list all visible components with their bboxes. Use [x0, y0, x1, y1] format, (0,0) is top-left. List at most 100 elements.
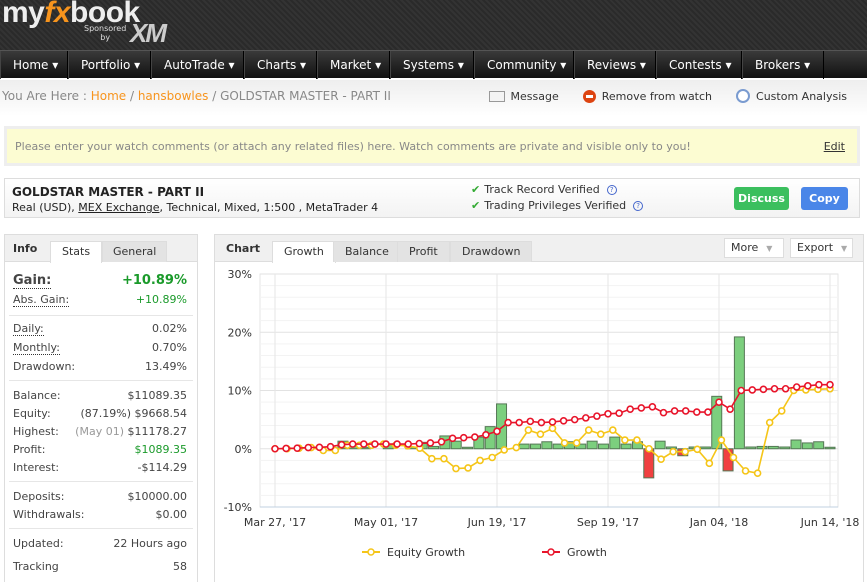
verified1-label: Track Record Verified — [484, 183, 600, 196]
equity-point — [693, 445, 702, 454]
bar-positive — [541, 441, 553, 450]
bar-positive — [813, 441, 825, 450]
legend-marker — [367, 548, 375, 556]
growth-point — [704, 408, 712, 416]
equity-point — [464, 464, 472, 472]
breadcrumb: You Are Here : Home / hansbowles / GOLDS… — [2, 89, 391, 103]
growth-point — [692, 408, 701, 416]
bar-positive — [790, 439, 802, 450]
equity-point — [476, 456, 484, 465]
export-dropdown[interactable]: Export ▼ — [790, 238, 853, 258]
message-button[interactable]: Message — [488, 89, 559, 103]
growth-chart: Mar 27, '17 May 01, '17 Jun 19, '17 Sep 19,… — [224, 268, 860, 559]
tab-profit[interactable]: Profit — [397, 241, 450, 262]
more-dropdown[interactable]: More ▼ — [724, 238, 784, 258]
breadcrumb-sep: / — [126, 89, 138, 103]
withdrawals-value: $0.00 — [155, 508, 188, 521]
discuss-button[interactable]: Discuss — [734, 187, 789, 210]
bar-positive — [496, 403, 508, 450]
page-actions: Message Remove from watch Custom Analysi… — [488, 89, 847, 103]
equity-point — [705, 459, 714, 468]
growth-point — [426, 439, 435, 447]
withdrawals-label: Withdrawals: — [13, 508, 85, 521]
abs-gain-value: +10.89% — [135, 293, 187, 306]
nav-brokers[interactable]: Brokers ▾ — [742, 51, 824, 79]
nav-reviews[interactable]: Reviews ▾ — [574, 51, 656, 79]
balance-value: $11089.35 — [127, 389, 188, 402]
updated-value: 22 Hours ago — [113, 537, 187, 550]
equity-point — [488, 453, 496, 462]
growth-point — [282, 444, 290, 453]
custom-analysis-button[interactable]: Custom Analysis — [736, 89, 847, 103]
equity-point — [621, 436, 629, 444]
monthly-row: Monthly: 0.70% — [13, 341, 187, 355]
tab-balance[interactable]: Balance — [333, 241, 401, 262]
nav-systems[interactable]: Systems ▾ — [390, 51, 474, 79]
bar-positive — [586, 440, 598, 450]
tab-growth[interactable]: Growth — [272, 241, 336, 263]
interest-row: Interest: -$114.29 — [13, 461, 187, 474]
growth-point — [604, 410, 612, 418]
equity-point — [584, 426, 593, 434]
help-icon[interactable]: ? — [633, 200, 644, 211]
gain-label: Gain: — [13, 273, 52, 289]
tab-stats[interactable]: Stats — [50, 241, 103, 263]
breadcrumb-home-link[interactable]: Home — [91, 89, 126, 103]
verified2-label: Trading Privileges Verified — [484, 199, 627, 212]
remove-from-watch-button[interactable]: Remove from watch — [582, 89, 712, 103]
profit-row: Profit: $1089.35 — [13, 443, 187, 456]
growth-point — [581, 414, 590, 422]
growth-point — [304, 443, 313, 452]
growth-point — [803, 382, 812, 390]
y-tick-label: 10% — [228, 385, 252, 398]
tab-drawdown[interactable]: Drawdown — [450, 241, 533, 262]
nav-contests[interactable]: Contests ▾ — [656, 51, 742, 79]
profit-label: Profit: — [13, 443, 46, 456]
equity-point — [536, 430, 545, 438]
growth-point — [360, 440, 368, 448]
sponsor-line1: Sponsored — [84, 24, 127, 33]
growth-point — [515, 418, 524, 427]
nav-market[interactable]: Market ▾ — [317, 51, 390, 79]
equity-point — [560, 439, 569, 447]
help-icon[interactable]: ? — [606, 184, 617, 195]
x-tick-label: Sep 19, '17 — [577, 516, 639, 529]
edit-comment-link[interactable]: Edit — [824, 140, 845, 153]
nav-charts[interactable]: Charts ▾ — [244, 51, 317, 79]
system-desc-suffix: , Technical, Mixed, 1:500 , MetaTrader 4 — [159, 201, 379, 214]
growth-point — [670, 407, 679, 415]
equity-point — [765, 418, 774, 427]
growth-point — [781, 384, 790, 393]
bar-negative — [643, 448, 655, 479]
equity-point — [452, 464, 460, 473]
growth-point — [637, 404, 646, 412]
equity-point — [717, 436, 726, 444]
equity-row: Equity: (87.19%) $9668.54 — [13, 407, 187, 420]
balance-label: Balance: — [13, 389, 61, 402]
logo-my: my — [2, 0, 45, 29]
x-tick-label: Jan 04, '18 — [689, 516, 748, 529]
copy-button[interactable]: Copy — [801, 187, 848, 210]
nav-home[interactable]: Home ▾ — [0, 51, 68, 79]
nav-portfolio[interactable]: Portfolio ▾ — [68, 51, 151, 79]
broker-link[interactable]: MEX Exchange — [78, 201, 159, 214]
growth-point — [393, 440, 401, 448]
tracking-value[interactable]: 58 — [173, 560, 187, 573]
nav-community[interactable]: Community ▾ — [474, 51, 574, 79]
bar-positive — [530, 443, 542, 450]
bar-positive — [620, 443, 632, 450]
growth-point — [792, 383, 801, 391]
growth-point — [770, 384, 779, 393]
equity-point — [428, 454, 436, 463]
gain-row: Gain: +10.89% — [13, 273, 187, 289]
nav-autotrade[interactable]: AutoTrade ▾ — [151, 51, 244, 79]
tab-general[interactable]: General — [102, 241, 168, 262]
equity-point — [500, 446, 509, 454]
growth-point — [615, 409, 623, 418]
breadcrumb-user-link[interactable]: hansbowles — [138, 89, 209, 103]
interest-label: Interest: — [13, 461, 60, 474]
growth-point — [526, 417, 535, 426]
growth-point — [271, 444, 279, 453]
xm-logo[interactable]: XM — [130, 18, 167, 49]
drawdown-value: 13.49% — [145, 360, 187, 373]
